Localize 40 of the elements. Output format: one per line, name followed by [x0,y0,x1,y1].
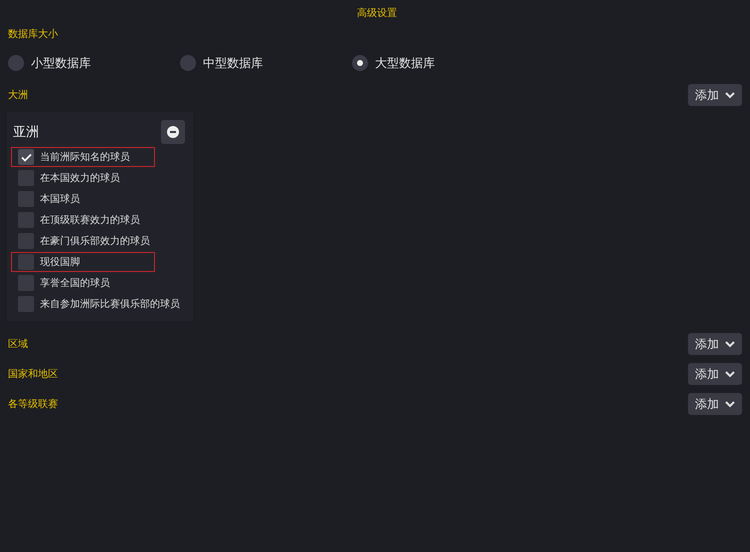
minus-circle-icon [167,126,179,138]
add-dropdown-button[interactable]: 添加 [688,393,742,415]
remove-button[interactable] [161,120,185,144]
check-icon [20,152,32,162]
section-label: 区域 [8,338,28,351]
checkbox-label[interactable]: 在豪门俱乐部效力的球员 [40,234,150,248]
add-dropdown-button[interactable]: 添加 [688,84,742,106]
checkbox-label[interactable]: 享誉全国的球员 [40,276,110,290]
checkbox[interactable] [18,149,34,165]
section-label: 各等级联赛 [8,398,58,411]
chevron-down-icon [725,92,735,98]
radio-button[interactable] [8,55,24,71]
checkbox-label[interactable]: 当前洲际知名的球员 [40,150,130,164]
checkbox-label[interactable]: 本国球员 [40,192,80,206]
page-title: 高级设置 [356,6,398,20]
chevron-down-icon [725,400,735,408]
card-title: 亚洲 [13,124,39,141]
radio-label[interactable]: 大型数据库 [375,54,435,72]
section-label: 国家和地区 [8,368,58,381]
radio-label[interactable]: 小型数据库 [31,54,91,72]
checkbox-label[interactable]: 来自参加洲际比赛俱乐部的球员 [40,297,180,311]
chevron-down-icon [725,370,735,378]
checkbox[interactable] [18,296,34,312]
checkbox[interactable] [18,275,34,291]
add-dropdown-button[interactable]: 添加 [688,333,742,355]
checkbox[interactable] [18,212,34,228]
checkbox[interactable] [18,170,34,186]
section-label: 数据库大小 [8,28,58,41]
checkbox[interactable] [18,233,34,249]
radio-label[interactable]: 中型数据库 [203,54,263,72]
checkbox[interactable] [18,191,34,207]
radio-button[interactable] [352,55,368,71]
chevron-down-icon [725,340,735,348]
radio-button[interactable] [180,55,196,71]
section-label: 大洲 [8,88,28,102]
add-dropdown-button[interactable]: 添加 [688,363,742,385]
checkbox-label[interactable]: 现役国脚 [40,255,80,269]
checkbox-label[interactable]: 在本国效力的球员 [40,171,120,185]
checkbox[interactable] [18,254,34,270]
checkbox-label[interactable]: 在顶级联赛效力的球员 [40,213,140,227]
